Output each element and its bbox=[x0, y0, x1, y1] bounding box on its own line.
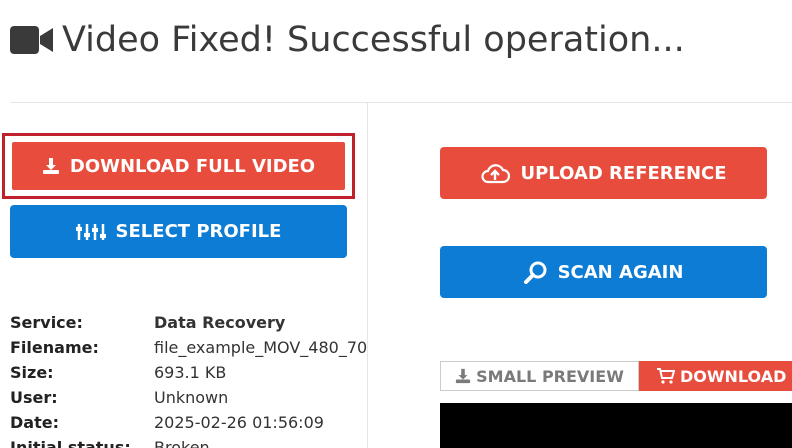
info-row-size: Size: 693.1 KB bbox=[10, 360, 367, 385]
page-title-text: Video Fixed! Successful operation... bbox=[62, 20, 685, 60]
size-label: Size: bbox=[10, 363, 54, 382]
upload-reference-button[interactable]: UPLOAD REFERENCE bbox=[440, 147, 767, 199]
scan-again-label: SCAN AGAIN bbox=[557, 261, 684, 283]
filename-value: file_example_MOV_480_700kB.mov bbox=[154, 338, 367, 357]
download-full-video-label: DOWNLOAD FULL VIDEO bbox=[69, 155, 316, 177]
download-icon bbox=[42, 157, 60, 175]
size-value: 693.1 KB bbox=[154, 363, 227, 382]
download-full-video-button[interactable]: DOWNLOAD FULL VIDEO bbox=[10, 140, 347, 192]
header-divider bbox=[10, 102, 792, 103]
tab-small-preview-label: SMALL PREVIEW bbox=[476, 366, 624, 386]
info-row-service: Service: Data Recovery bbox=[10, 310, 367, 335]
date-label: Date: bbox=[10, 413, 59, 432]
cloud-upload-icon bbox=[480, 162, 511, 184]
sliders-icon bbox=[75, 222, 106, 242]
status-label: Initial status: bbox=[10, 438, 131, 448]
upload-reference-label: UPLOAD REFERENCE bbox=[520, 162, 727, 184]
user-value: Unknown bbox=[154, 388, 229, 407]
file-info: Service: Data Recovery Filename: file_ex… bbox=[10, 310, 367, 448]
date-value: 2025-02-26 01:56:09 bbox=[154, 413, 324, 432]
search-icon bbox=[523, 260, 548, 284]
info-row-date: Date: 2025-02-26 01:56:09 bbox=[10, 410, 367, 435]
tab-download-label: DOWNLOAD THIS bbox=[680, 366, 792, 386]
video-camera-icon bbox=[10, 26, 53, 54]
info-row-filename: Filename: file_example_MOV_480_700kB.mov bbox=[10, 335, 367, 360]
select-profile-button[interactable]: SELECT PROFILE bbox=[10, 205, 347, 258]
filename-label: Filename: bbox=[10, 338, 99, 357]
scan-again-button[interactable]: SCAN AGAIN bbox=[440, 246, 767, 298]
page: Video Fixed! Successful operation... DOW… bbox=[0, 0, 792, 448]
select-profile-label: SELECT PROFILE bbox=[115, 221, 282, 242]
info-row-user: User: Unknown bbox=[10, 385, 367, 410]
service-value: Data Recovery bbox=[154, 313, 286, 332]
tab-small-preview[interactable]: SMALL PREVIEW bbox=[440, 361, 639, 391]
download-icon bbox=[455, 368, 471, 384]
tab-download[interactable]: DOWNLOAD THIS bbox=[639, 361, 792, 391]
info-row-status: Initial status: Broken bbox=[10, 435, 367, 448]
page-title: Video Fixed! Successful operation... bbox=[10, 20, 685, 60]
shopping-cart-icon bbox=[657, 368, 675, 384]
user-label: User: bbox=[10, 388, 58, 407]
column-divider bbox=[367, 103, 368, 448]
status-value: Broken bbox=[154, 438, 210, 448]
video-preview[interactable] bbox=[440, 403, 792, 448]
service-label: Service: bbox=[10, 313, 83, 332]
